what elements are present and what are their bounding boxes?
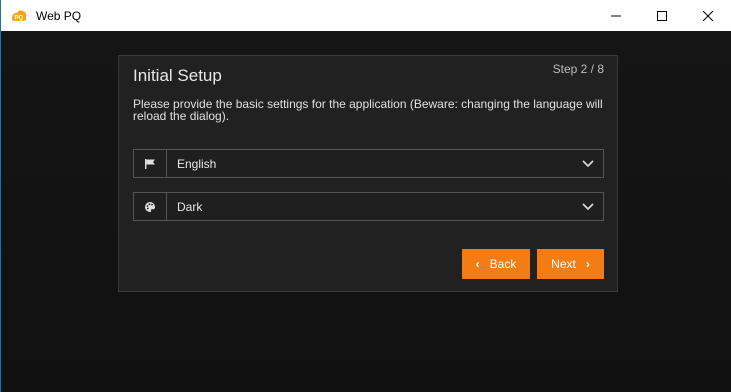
step-indicator: Step 2 / 8 bbox=[552, 62, 604, 76]
dialog-title: Initial Setup bbox=[133, 66, 222, 85]
app-logo-icon: PQ bbox=[10, 7, 28, 25]
minimize-icon bbox=[611, 15, 621, 16]
theme-select[interactable]: Dark bbox=[133, 192, 604, 221]
close-button[interactable] bbox=[685, 0, 731, 31]
chevron-down-icon bbox=[573, 150, 603, 177]
window-title: Web PQ bbox=[36, 8, 82, 23]
app-content: Step 2 / 8 Initial Setup Please provide … bbox=[1, 31, 731, 392]
back-label: Back bbox=[489, 257, 517, 271]
minimize-button[interactable] bbox=[593, 0, 639, 31]
chevron-left-icon: ‹ bbox=[475, 257, 480, 271]
chevron-down-icon bbox=[573, 193, 603, 220]
dialog-description: Please provide the basic settings for th… bbox=[133, 97, 603, 123]
title-bar: PQ Web PQ bbox=[1, 0, 731, 31]
next-button[interactable]: Next › bbox=[537, 249, 604, 279]
theme-value: Dark bbox=[177, 199, 203, 214]
next-label: Next bbox=[551, 257, 576, 271]
setup-dialog: Step 2 / 8 Initial Setup Please provide … bbox=[118, 55, 618, 292]
flag-icon bbox=[134, 150, 167, 177]
back-button[interactable]: ‹ Back bbox=[462, 249, 530, 279]
close-icon bbox=[703, 10, 713, 21]
language-select[interactable]: English bbox=[133, 149, 604, 178]
chevron-right-icon: › bbox=[585, 257, 590, 271]
maximize-icon bbox=[657, 10, 667, 21]
svg-text:PQ: PQ bbox=[15, 15, 24, 21]
language-value: English bbox=[177, 156, 217, 171]
maximize-button[interactable] bbox=[639, 0, 685, 31]
palette-icon bbox=[134, 193, 167, 220]
